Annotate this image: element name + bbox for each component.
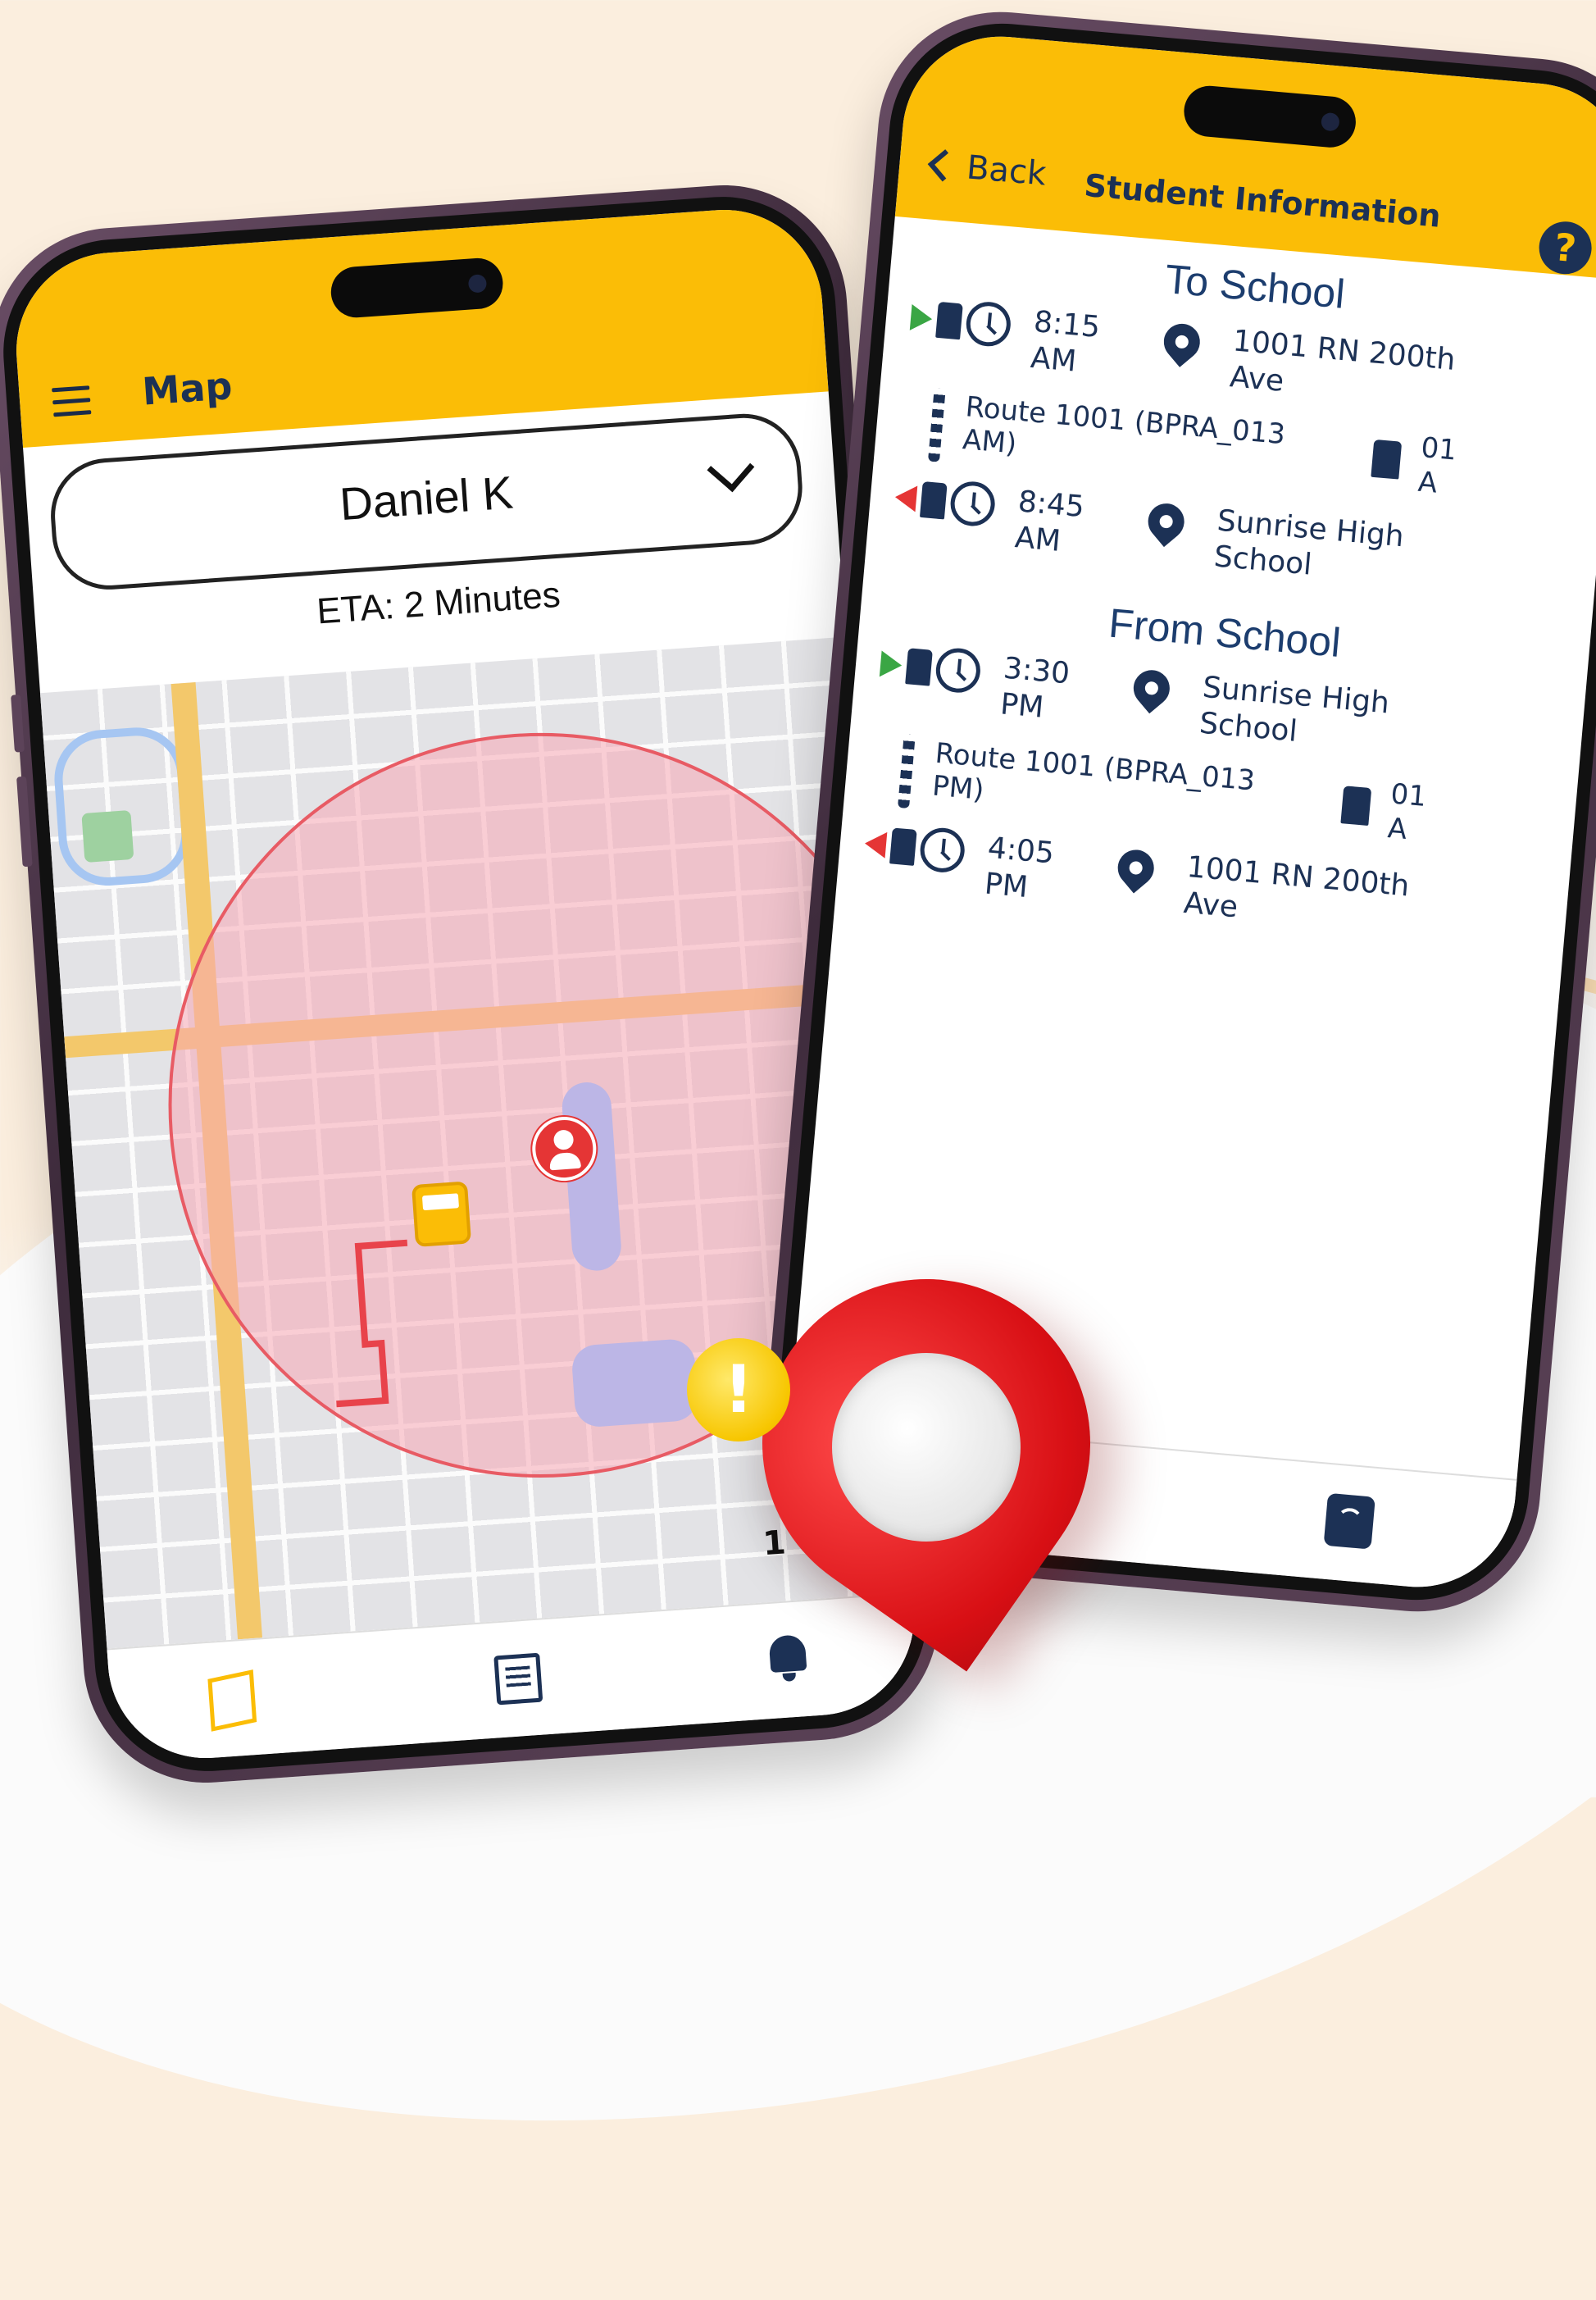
location-pin-core [832, 1353, 1021, 1542]
clock-icon [934, 646, 983, 695]
pickup-arrow-icon [909, 304, 934, 333]
seat-number: 01 A [1386, 777, 1428, 847]
bus-route-path [336, 1239, 408, 1408]
camera-icon [467, 274, 487, 294]
route-dots-icon [927, 387, 946, 462]
clock-icon [918, 826, 966, 875]
seat-icon [1371, 439, 1403, 480]
dropoff-arrow-icon [863, 830, 888, 859]
trip-time: 8:15 AM [1029, 305, 1102, 379]
menu-icon[interactable] [52, 385, 92, 417]
pickup-arrow-icon [879, 650, 903, 679]
bus-icon [905, 648, 933, 686]
map-lake [571, 1337, 699, 1428]
bus-icon [935, 301, 963, 340]
page-title: Map [140, 363, 234, 414]
tab-map[interactable] [207, 1669, 260, 1732]
map-icon [207, 1669, 257, 1732]
seat-number: 01 A [1416, 430, 1458, 500]
map-park [81, 809, 134, 863]
list-icon [493, 1652, 543, 1706]
clock-icon [964, 300, 1013, 348]
map-water [51, 724, 193, 890]
bell-icon [768, 1634, 807, 1674]
seat-icon [1340, 786, 1372, 826]
alert-icon: ! [687, 1338, 790, 1441]
tab-notifications[interactable] [763, 1633, 816, 1686]
bus-icon [889, 827, 917, 866]
wifi-icon[interactable] [1323, 1492, 1375, 1550]
trip-time: 4:05 PM [983, 831, 1056, 905]
trip-time: 3:30 PM [998, 651, 1071, 725]
trip-place: 1001 RN 200th Ave [1228, 324, 1457, 399]
route-dots-icon [898, 734, 916, 809]
bus-icon [919, 481, 948, 520]
dropoff-arrow-icon [893, 484, 918, 512]
trip-place: Sunrise High School [1198, 670, 1391, 749]
location-pin-icon [1125, 663, 1177, 714]
location-pin-icon [1156, 316, 1207, 367]
trip-time: 8:45 AM [1013, 485, 1086, 558]
tab-list[interactable] [493, 1652, 546, 1706]
student-select-value: Daniel K [338, 466, 515, 531]
bus-marker-icon[interactable] [411, 1181, 472, 1247]
location-pin-icon [1140, 496, 1192, 548]
clock-icon [948, 480, 997, 528]
camera-icon [1320, 112, 1340, 132]
location-pin-icon [1110, 842, 1162, 894]
